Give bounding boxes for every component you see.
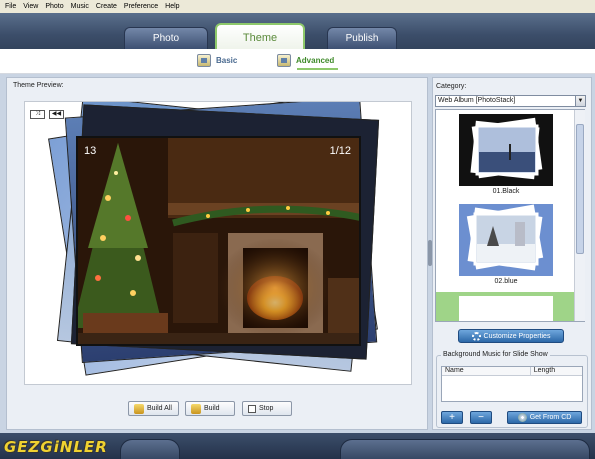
photo-index-right: 1/12 bbox=[329, 145, 351, 157]
customize-properties-label: Customize Properties bbox=[483, 332, 551, 340]
menu-view[interactable]: View bbox=[20, 3, 42, 10]
theme-caption: 01.Black bbox=[492, 188, 520, 195]
subtab-basic[interactable]: Basic bbox=[197, 54, 237, 67]
build-icon bbox=[191, 403, 201, 414]
menu-bar: File View Photo Music Create Preference … bbox=[0, 0, 595, 13]
menu-create[interactable]: Create bbox=[93, 3, 121, 10]
build-all-icon bbox=[134, 403, 144, 414]
christmas-fireplace-image bbox=[78, 138, 359, 344]
category-dropdown[interactable]: Web Album [PhotoStack] ▼ bbox=[435, 95, 586, 107]
thumbnail-scrollbar[interactable] bbox=[574, 110, 585, 321]
stop-button[interactable]: Stop bbox=[242, 401, 292, 416]
get-from-cd-label: Get From CD bbox=[529, 414, 572, 421]
customize-properties-button[interactable]: Customize Properties bbox=[458, 329, 564, 343]
sub-tab-bar: Basic Advanced bbox=[0, 49, 595, 74]
advanced-icon bbox=[277, 54, 291, 67]
theme-preview-image bbox=[459, 114, 553, 186]
background-music-group: Background Music for Slide Show Name Len… bbox=[436, 351, 588, 428]
bottom-bar-decoration bbox=[120, 439, 180, 459]
remove-music-button[interactable]: − bbox=[470, 411, 492, 424]
menu-photo[interactable]: Photo bbox=[42, 3, 67, 10]
photo-index-left: 13 bbox=[84, 145, 97, 157]
menu-music[interactable]: Music bbox=[68, 3, 93, 10]
shuffle-control-button[interactable]: ⤨ bbox=[30, 110, 45, 119]
theme-thumbnail-blue[interactable]: 02.blue bbox=[439, 202, 569, 292]
tab-photo[interactable]: Photo bbox=[124, 27, 208, 49]
theme-thumbnail-list: 01.Black 02.blue bbox=[435, 109, 585, 322]
subtab-basic-label: Basic bbox=[216, 56, 238, 65]
current-photo: 13 1/12 bbox=[76, 136, 361, 346]
main-tab-bar: Photo Theme Publish bbox=[0, 13, 595, 50]
add-music-button[interactable]: + bbox=[441, 411, 463, 424]
active-subtab-indicator bbox=[297, 68, 339, 70]
music-list[interactable]: Name Length bbox=[441, 366, 583, 402]
watermark-logo: GEZGiNLER bbox=[4, 438, 108, 456]
category-label: Category: bbox=[436, 83, 467, 90]
column-name[interactable]: Name bbox=[442, 367, 531, 375]
category-panel: Category: Web Album [PhotoStack] ▼ 01.Bl… bbox=[432, 77, 592, 430]
build-all-button[interactable]: Build All bbox=[128, 401, 179, 416]
theme-thumbnail-black[interactable]: 01.Black bbox=[439, 112, 569, 202]
theme-preview-image bbox=[459, 204, 553, 276]
theme-preview-canvas: 13 1/12 ⤨ ◀◀ bbox=[24, 101, 412, 385]
menu-help[interactable]: Help bbox=[162, 3, 183, 10]
chevron-down-icon[interactable]: ▼ bbox=[575, 96, 585, 106]
build-button[interactable]: Build bbox=[185, 401, 235, 416]
background-music-title: Background Music for Slide Show bbox=[441, 351, 550, 358]
cd-icon bbox=[517, 413, 527, 422]
basic-icon bbox=[197, 54, 211, 67]
theme-preview-label: Theme Preview: bbox=[13, 82, 64, 89]
stop-label: Stop bbox=[259, 405, 274, 412]
build-label: Build bbox=[204, 405, 220, 412]
menu-file[interactable]: File bbox=[2, 3, 20, 10]
scrollbar-thumb[interactable] bbox=[576, 124, 584, 254]
stop-icon bbox=[248, 404, 256, 413]
subtab-advanced-label: Advanced bbox=[296, 56, 335, 65]
theme-preview-image bbox=[459, 296, 553, 321]
build-all-label: Build All bbox=[147, 405, 172, 412]
theme-caption: 02.blue bbox=[494, 278, 518, 285]
theme-preview-panel: Theme Preview: 13 1/12 ⤨ ◀◀ Build All Bu… bbox=[6, 77, 428, 430]
rewind-control-button[interactable]: ◀◀ bbox=[49, 110, 64, 119]
category-selected-value: Web Album [PhotoStack] bbox=[438, 97, 516, 104]
tab-publish[interactable]: Publish bbox=[327, 27, 397, 49]
bottom-bar-decoration bbox=[340, 439, 590, 459]
gear-icon bbox=[471, 331, 481, 341]
theme-thumbnail-selected[interactable] bbox=[436, 292, 574, 321]
menu-preference[interactable]: Preference bbox=[121, 3, 162, 10]
column-length[interactable]: Length bbox=[531, 367, 582, 375]
music-list-header: Name Length bbox=[442, 367, 582, 376]
tab-theme[interactable]: Theme bbox=[215, 23, 305, 50]
subtab-advanced[interactable]: Advanced bbox=[277, 54, 339, 70]
get-from-cd-button[interactable]: Get From CD bbox=[507, 411, 582, 424]
